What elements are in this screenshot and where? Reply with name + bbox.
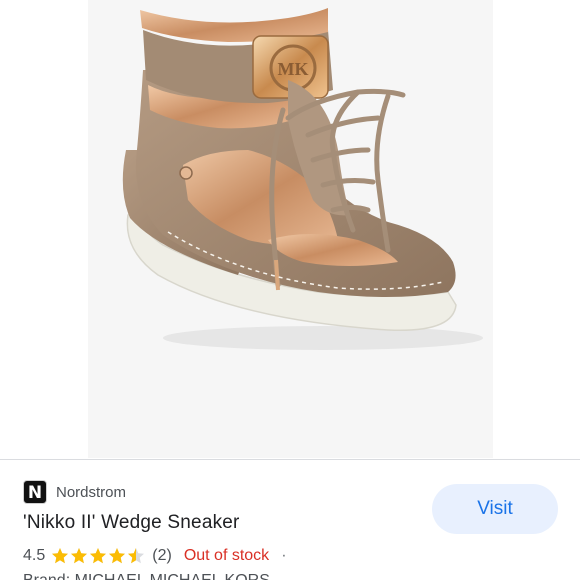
product-image[interactable]: MK	[88, 0, 493, 458]
star-icon	[52, 548, 69, 564]
merchant-row[interactable]: N Nordstrom	[23, 480, 126, 504]
shopping-result-card: MK N Nordstrom 'Nikko II' Wedge Sneaker …	[0, 0, 580, 580]
visit-button[interactable]: Visit	[432, 484, 558, 534]
product-info: N Nordstrom 'Nikko II' Wedge Sneaker 4.5…	[0, 460, 580, 580]
product-title[interactable]: 'Nikko II' Wedge Sneaker	[23, 512, 240, 534]
star-icon	[109, 548, 126, 564]
review-count[interactable]: (2)	[152, 547, 172, 565]
brand-line: Brand: MICHAEL MICHAEL KORS	[23, 572, 270, 580]
sneaker-illustration: MK	[122, 8, 483, 350]
svg-text:MK: MK	[278, 59, 309, 79]
star-rating	[51, 547, 146, 565]
product-image-area[interactable]: MK	[0, 0, 580, 458]
star-icon	[90, 548, 107, 564]
separator-dot: ·	[281, 547, 287, 564]
rating-row: 4.5 (2) Out of stock ·	[23, 545, 297, 567]
rating-value: 4.5	[23, 547, 46, 564]
stock-status: Out of stock	[183, 547, 270, 564]
nordstrom-favicon-icon: N	[23, 480, 47, 504]
star-icon	[71, 548, 88, 564]
star-icon	[128, 548, 145, 564]
merchant-name: Nordstrom	[56, 483, 127, 501]
